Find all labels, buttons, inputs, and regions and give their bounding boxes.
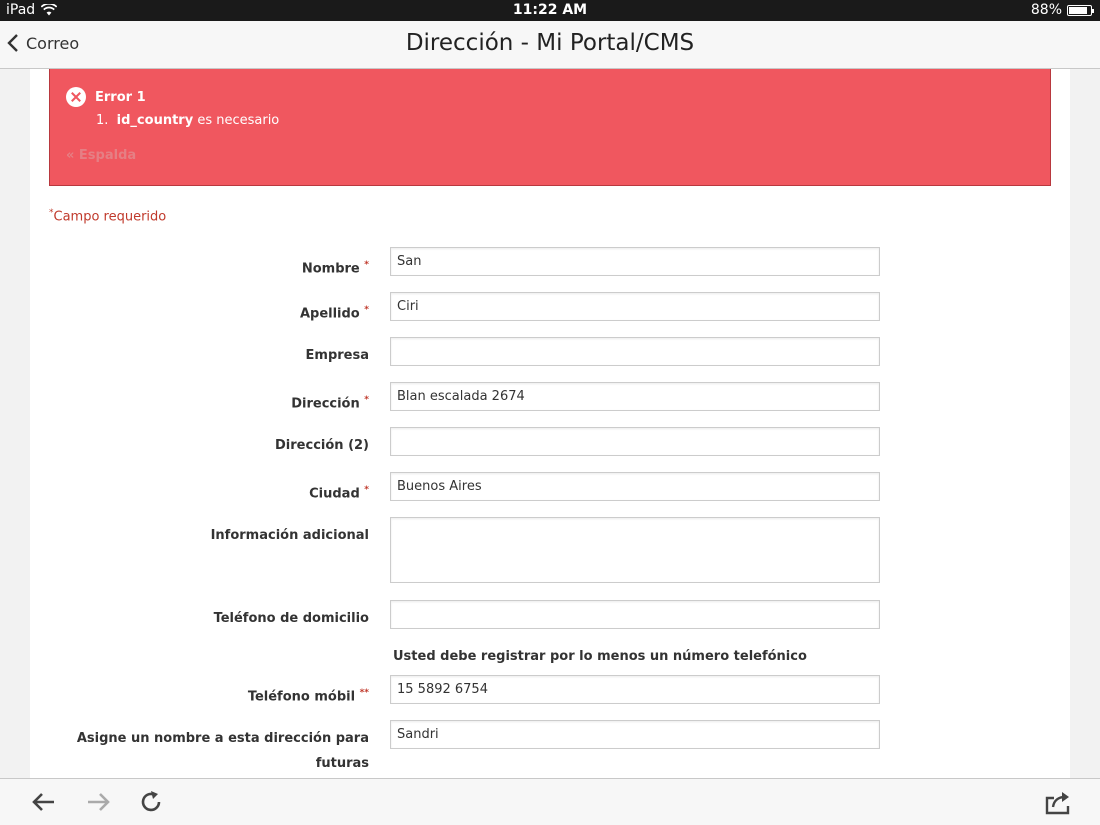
battery-icon bbox=[1067, 4, 1094, 16]
status-bar: iPad 11:22 AM 88% bbox=[0, 0, 1100, 21]
label-info: Información adicional bbox=[39, 523, 369, 548]
required-mark: * bbox=[364, 485, 369, 495]
right-gutter bbox=[1070, 69, 1100, 778]
arrow-right-icon bbox=[88, 793, 110, 811]
share-icon bbox=[1045, 792, 1070, 815]
required-mark: * bbox=[364, 305, 369, 315]
share-button[interactable] bbox=[1044, 789, 1072, 815]
telefono-input[interactable] bbox=[390, 600, 880, 629]
ciudad-input[interactable] bbox=[390, 472, 880, 501]
status-right: 88% bbox=[1030, 2, 1094, 18]
forward-arrow-button[interactable] bbox=[84, 789, 112, 815]
arrow-left-icon bbox=[32, 793, 54, 811]
label-alias-line1: Asigne un nombre a esta dirección para f… bbox=[76, 731, 369, 771]
label-nombre-text: Nombre bbox=[301, 261, 360, 277]
error-box: Error 1 1. id_country es necesario « Esp… bbox=[49, 69, 1051, 186]
back-arrow-button[interactable] bbox=[30, 789, 58, 815]
battery-fill bbox=[1069, 6, 1087, 14]
phone-note: Usted debe registrar por lo menos un núm… bbox=[393, 649, 807, 664]
label-apellido: Apellido * bbox=[39, 298, 369, 326]
label-alias: Asigne un nombre a esta dirección para f… bbox=[39, 726, 369, 778]
label-telefono-text: Teléfono de domicilio bbox=[213, 611, 369, 626]
alias-input[interactable] bbox=[390, 720, 880, 749]
required-mark: ** bbox=[359, 688, 369, 698]
label-direccion2: Dirección (2) bbox=[39, 433, 369, 458]
error-item-message: es necesario bbox=[197, 113, 280, 128]
status-time: 11:22 AM bbox=[512, 2, 588, 18]
direccion-input[interactable] bbox=[390, 382, 880, 411]
error-title-text: Error 1 bbox=[95, 89, 146, 105]
error-title: Error 1 bbox=[66, 87, 146, 107]
empresa-input[interactable] bbox=[390, 337, 880, 366]
label-direccion2-text: Dirección (2) bbox=[275, 438, 369, 453]
error-back-link[interactable]: « Espalda bbox=[66, 148, 136, 163]
required-mark: * bbox=[364, 395, 369, 405]
required-note-text: Campo requerido bbox=[53, 209, 167, 225]
label-empresa: Empresa bbox=[39, 343, 369, 368]
label-movil: Teléfono móbil ** bbox=[39, 681, 369, 709]
direccion2-input[interactable] bbox=[390, 427, 880, 456]
required-note: *Campo requerido bbox=[49, 208, 166, 224]
nav-bar: Correo Dirección - Mi Portal/CMS bbox=[0, 21, 1100, 69]
reload-button[interactable] bbox=[137, 789, 165, 815]
label-direccion-text: Dirección bbox=[291, 396, 360, 412]
label-ciudad-text: Ciudad bbox=[309, 486, 360, 502]
label-apellido-text: Apellido bbox=[299, 306, 360, 322]
error-item-field: id_country bbox=[116, 113, 194, 128]
error-item-number: 1. bbox=[96, 113, 109, 128]
movil-input[interactable] bbox=[390, 675, 880, 704]
label-telefono: Teléfono de domicilio bbox=[39, 606, 369, 631]
label-movil-text: Teléfono móbil bbox=[247, 689, 356, 705]
refresh-icon bbox=[141, 791, 161, 812]
label-ciudad: Ciudad * bbox=[39, 478, 369, 506]
apellido-input[interactable] bbox=[390, 292, 880, 321]
left-gutter bbox=[0, 69, 30, 778]
error-list: 1. id_country es necesario bbox=[96, 113, 279, 128]
label-empresa-text: Empresa bbox=[305, 348, 369, 363]
label-info-text: Información adicional bbox=[210, 528, 369, 543]
page-title: Dirección - Mi Portal/CMS bbox=[405, 30, 695, 56]
info-textarea[interactable] bbox=[390, 517, 880, 583]
required-mark: * bbox=[364, 260, 369, 270]
nombre-input[interactable] bbox=[390, 247, 880, 276]
label-nombre: Nombre * bbox=[39, 253, 369, 281]
browser-toolbar bbox=[0, 778, 1100, 825]
label-direccion: Dirección * bbox=[39, 388, 369, 416]
error-close-icon bbox=[66, 87, 86, 107]
page-content: Error 1 1. id_country es necesario « Esp… bbox=[30, 69, 1070, 778]
battery-percent: 88% bbox=[1030, 2, 1062, 18]
